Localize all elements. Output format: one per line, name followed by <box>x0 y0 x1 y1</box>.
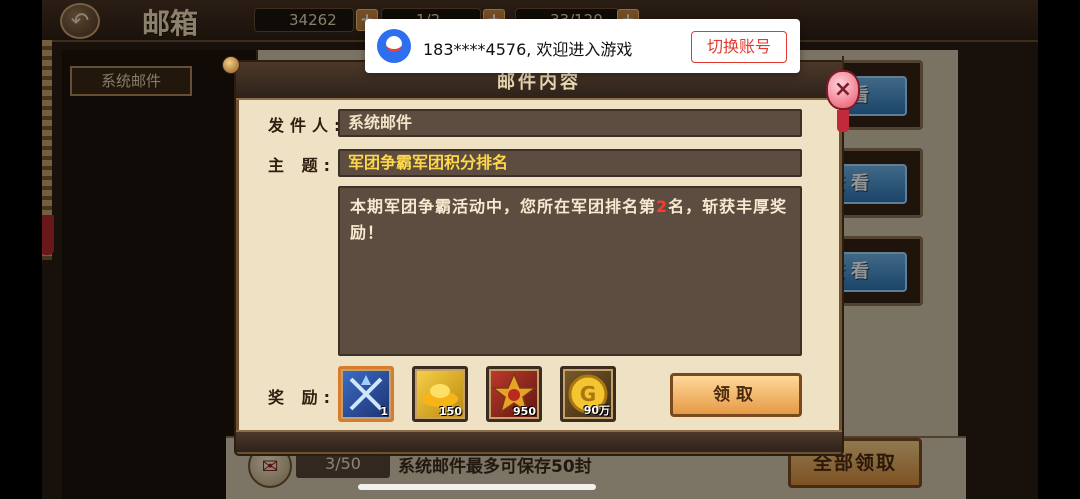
reward-qty: 950 <box>513 405 536 418</box>
login-toast: 183****4576, 欢迎进入游戏 切换账号 <box>365 19 800 73</box>
close-icon: × <box>833 77 853 102</box>
rank-value: 2 <box>656 197 669 216</box>
avatar <box>377 29 411 63</box>
sender-value: 系统邮件 <box>348 113 413 132</box>
reward-qty: 1 <box>380 405 388 418</box>
reward-item[interactable]: 950 <box>486 366 542 422</box>
pin-icon <box>222 56 240 74</box>
subject-field: 军团争霸军团积分排名 <box>338 149 802 177</box>
switch-account-button[interactable]: 切换账号 <box>691 31 787 63</box>
penguin-icon <box>386 36 402 52</box>
reward-item[interactable]: G 90万 <box>560 366 616 422</box>
mail-body: 本期军团争霸活动中，您所在军团排名第2名，斩获丰厚奖励！ <box>338 186 802 356</box>
sender-field: 系统邮件 <box>338 109 802 137</box>
subject-label: 主 题: <box>268 156 336 175</box>
close-button[interactable]: × <box>826 70 860 110</box>
sender-label: 发件人: <box>268 116 347 135</box>
body-text: 本期军团争霸活动中，您所在军团排名第 <box>350 197 657 216</box>
reward-qty: 90万 <box>583 404 610 417</box>
reward-item[interactable]: 1 <box>338 366 394 422</box>
lantern-tassel <box>837 110 849 132</box>
reward-qty: 150 <box>439 405 462 418</box>
welcome-message: 183****4576, 欢迎进入游戏 <box>423 40 633 59</box>
reward-item[interactable]: 150 <box>412 366 468 422</box>
claim-button[interactable]: 领取 <box>670 373 802 417</box>
dialog-bottom-bar <box>236 430 842 452</box>
home-indicator <box>358 484 596 490</box>
rewards-label: 奖 励: <box>268 388 336 407</box>
subject-value: 军团争霸军团积分排名 <box>348 153 509 172</box>
